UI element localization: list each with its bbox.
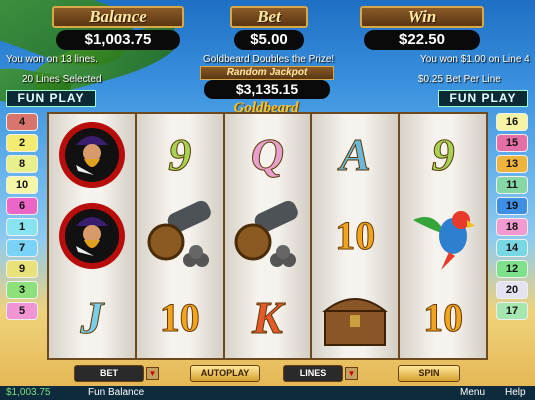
line-number-left[interactable]: 3 bbox=[6, 281, 38, 299]
line-number-left[interactable]: 10 bbox=[6, 176, 38, 194]
status-balance-label: Fun Balance bbox=[88, 387, 145, 398]
reel: A 10 bbox=[312, 114, 399, 358]
balance-label: Balance bbox=[52, 6, 184, 28]
cannon-icon bbox=[147, 200, 211, 267]
symbol-ten-text: 10 bbox=[159, 294, 200, 340]
win-label: Win bbox=[360, 6, 484, 28]
autoplay-button[interactable]: AUTOPLAY bbox=[190, 365, 260, 382]
help-button[interactable]: Help bbox=[505, 386, 526, 400]
status-balance: $1,003.75 bbox=[6, 387, 51, 398]
symbol-letter-text: J bbox=[80, 291, 104, 343]
fun-play-label-left: FUN PLAY bbox=[6, 90, 96, 107]
fun-play-label-right: FUN PLAY bbox=[438, 90, 528, 107]
symbol-letter-text: K bbox=[252, 291, 284, 343]
cannon-icon bbox=[234, 200, 299, 267]
line-number-left[interactable]: 6 bbox=[6, 197, 38, 215]
line-win-text: You won $1.00 on Line 4 bbox=[420, 54, 530, 65]
symbol-cannon bbox=[225, 195, 311, 276]
win-value: $22.50 bbox=[364, 30, 480, 50]
symbol-pirate bbox=[49, 114, 135, 195]
reel: 9 10 bbox=[400, 114, 486, 358]
symbol-letter: Q bbox=[225, 114, 311, 195]
bet-button[interactable]: BET bbox=[74, 365, 144, 382]
line-number-left[interactable]: 5 bbox=[6, 302, 38, 320]
line-number-right[interactable]: 11 bbox=[496, 176, 528, 194]
balance-panel: Balance $1,003.75 bbox=[52, 6, 184, 50]
reel: QK bbox=[224, 114, 311, 358]
bonus-message: Goldbeard Doubles the Prize! bbox=[203, 54, 335, 65]
symbol-chest bbox=[312, 277, 398, 358]
menu-button[interactable]: Menu bbox=[460, 386, 485, 400]
chest-icon bbox=[322, 298, 389, 347]
pirate-icon bbox=[58, 202, 125, 269]
symbol-ten: 10 bbox=[400, 277, 486, 358]
bet-button-label: BET bbox=[100, 368, 118, 378]
lines-selected-text: 20 Lines Selected bbox=[22, 74, 102, 85]
left-line-numbers: 4 2 8 10 6 1 7 9 3 5 bbox=[6, 113, 38, 320]
lines-won-text: You won on 13 lines. bbox=[6, 54, 98, 65]
symbol-ten: 10 bbox=[137, 277, 223, 358]
line-number-left[interactable]: 1 bbox=[6, 218, 38, 236]
parrot-icon bbox=[413, 210, 476, 270]
line-number-right[interactable]: 16 bbox=[496, 113, 528, 131]
line-number-right[interactable]: 14 bbox=[496, 239, 528, 257]
symbol-letter: 9 bbox=[137, 114, 223, 195]
balance-value: $1,003.75 bbox=[56, 30, 180, 50]
bet-panel: Bet $5.00 bbox=[230, 6, 308, 50]
line-number-left[interactable]: 2 bbox=[6, 134, 38, 152]
line-number-right[interactable]: 18 bbox=[496, 218, 528, 236]
line-number-right[interactable]: 15 bbox=[496, 134, 528, 152]
jackpot-value: $3,135.15 bbox=[204, 80, 330, 99]
symbol-ten: 10 bbox=[312, 195, 398, 276]
status-bar: $1,003.75 Fun Balance Menu Help bbox=[0, 386, 535, 400]
line-number-left[interactable]: 4 bbox=[6, 113, 38, 131]
line-number-right[interactable]: 12 bbox=[496, 260, 528, 278]
autoplay-button-label: AUTOPLAY bbox=[200, 368, 250, 378]
line-number-left[interactable]: 8 bbox=[6, 155, 38, 173]
symbol-letter-text: 9 bbox=[168, 129, 192, 181]
line-number-left[interactable]: 7 bbox=[6, 239, 38, 257]
spin-button[interactable]: SPIN bbox=[398, 365, 460, 382]
reel-grid: J 9 10 Q K A 10 9 10 bbox=[47, 112, 488, 360]
bet-down-arrow-icon[interactable]: ▼ bbox=[146, 367, 159, 380]
right-line-numbers: 16 15 13 11 19 18 14 12 20 17 bbox=[496, 113, 528, 320]
symbol-letter: K bbox=[225, 277, 311, 358]
symbol-cannon bbox=[137, 195, 223, 276]
symbol-pirate bbox=[49, 195, 135, 276]
line-number-right[interactable]: 20 bbox=[496, 281, 528, 299]
lines-button-label: LINES bbox=[299, 368, 327, 378]
spin-button-label: SPIN bbox=[418, 368, 440, 378]
reel: 9 10 bbox=[136, 114, 223, 358]
line-number-right[interactable]: 19 bbox=[496, 197, 528, 215]
line-number-left[interactable]: 9 bbox=[6, 260, 38, 278]
lines-down-arrow-icon[interactable]: ▼ bbox=[345, 367, 358, 380]
symbol-letter: J bbox=[49, 277, 135, 358]
win-panel: Win $22.50 bbox=[360, 6, 484, 50]
symbol-ten-text: 10 bbox=[335, 213, 376, 259]
random-jackpot: Random Jackpot $3,135.15 bbox=[200, 66, 334, 99]
symbol-letter-text: 9 bbox=[431, 129, 455, 181]
symbol-letter: 9 bbox=[400, 114, 486, 195]
pirate-icon bbox=[58, 121, 125, 188]
lines-button[interactable]: LINES bbox=[283, 365, 343, 382]
control-bar: BET ▼ AUTOPLAY LINES ▼ SPIN $1,003.75 Fu… bbox=[0, 363, 535, 400]
bet-label: Bet bbox=[230, 6, 308, 28]
symbol-ten-text: 10 bbox=[423, 294, 464, 340]
bet-per-line-text: $0.25 Bet Per Line bbox=[418, 74, 501, 85]
symbol-letter-text: A bbox=[339, 129, 371, 181]
symbol-letter: A bbox=[312, 114, 398, 195]
line-number-right[interactable]: 13 bbox=[496, 155, 528, 173]
symbol-parrot bbox=[400, 195, 486, 276]
line-number-right[interactable]: 17 bbox=[496, 302, 528, 320]
reel: J bbox=[49, 114, 135, 358]
jackpot-label: Random Jackpot bbox=[200, 66, 334, 80]
symbol-letter-text: Q bbox=[250, 129, 285, 181]
bet-value: $5.00 bbox=[234, 30, 304, 50]
